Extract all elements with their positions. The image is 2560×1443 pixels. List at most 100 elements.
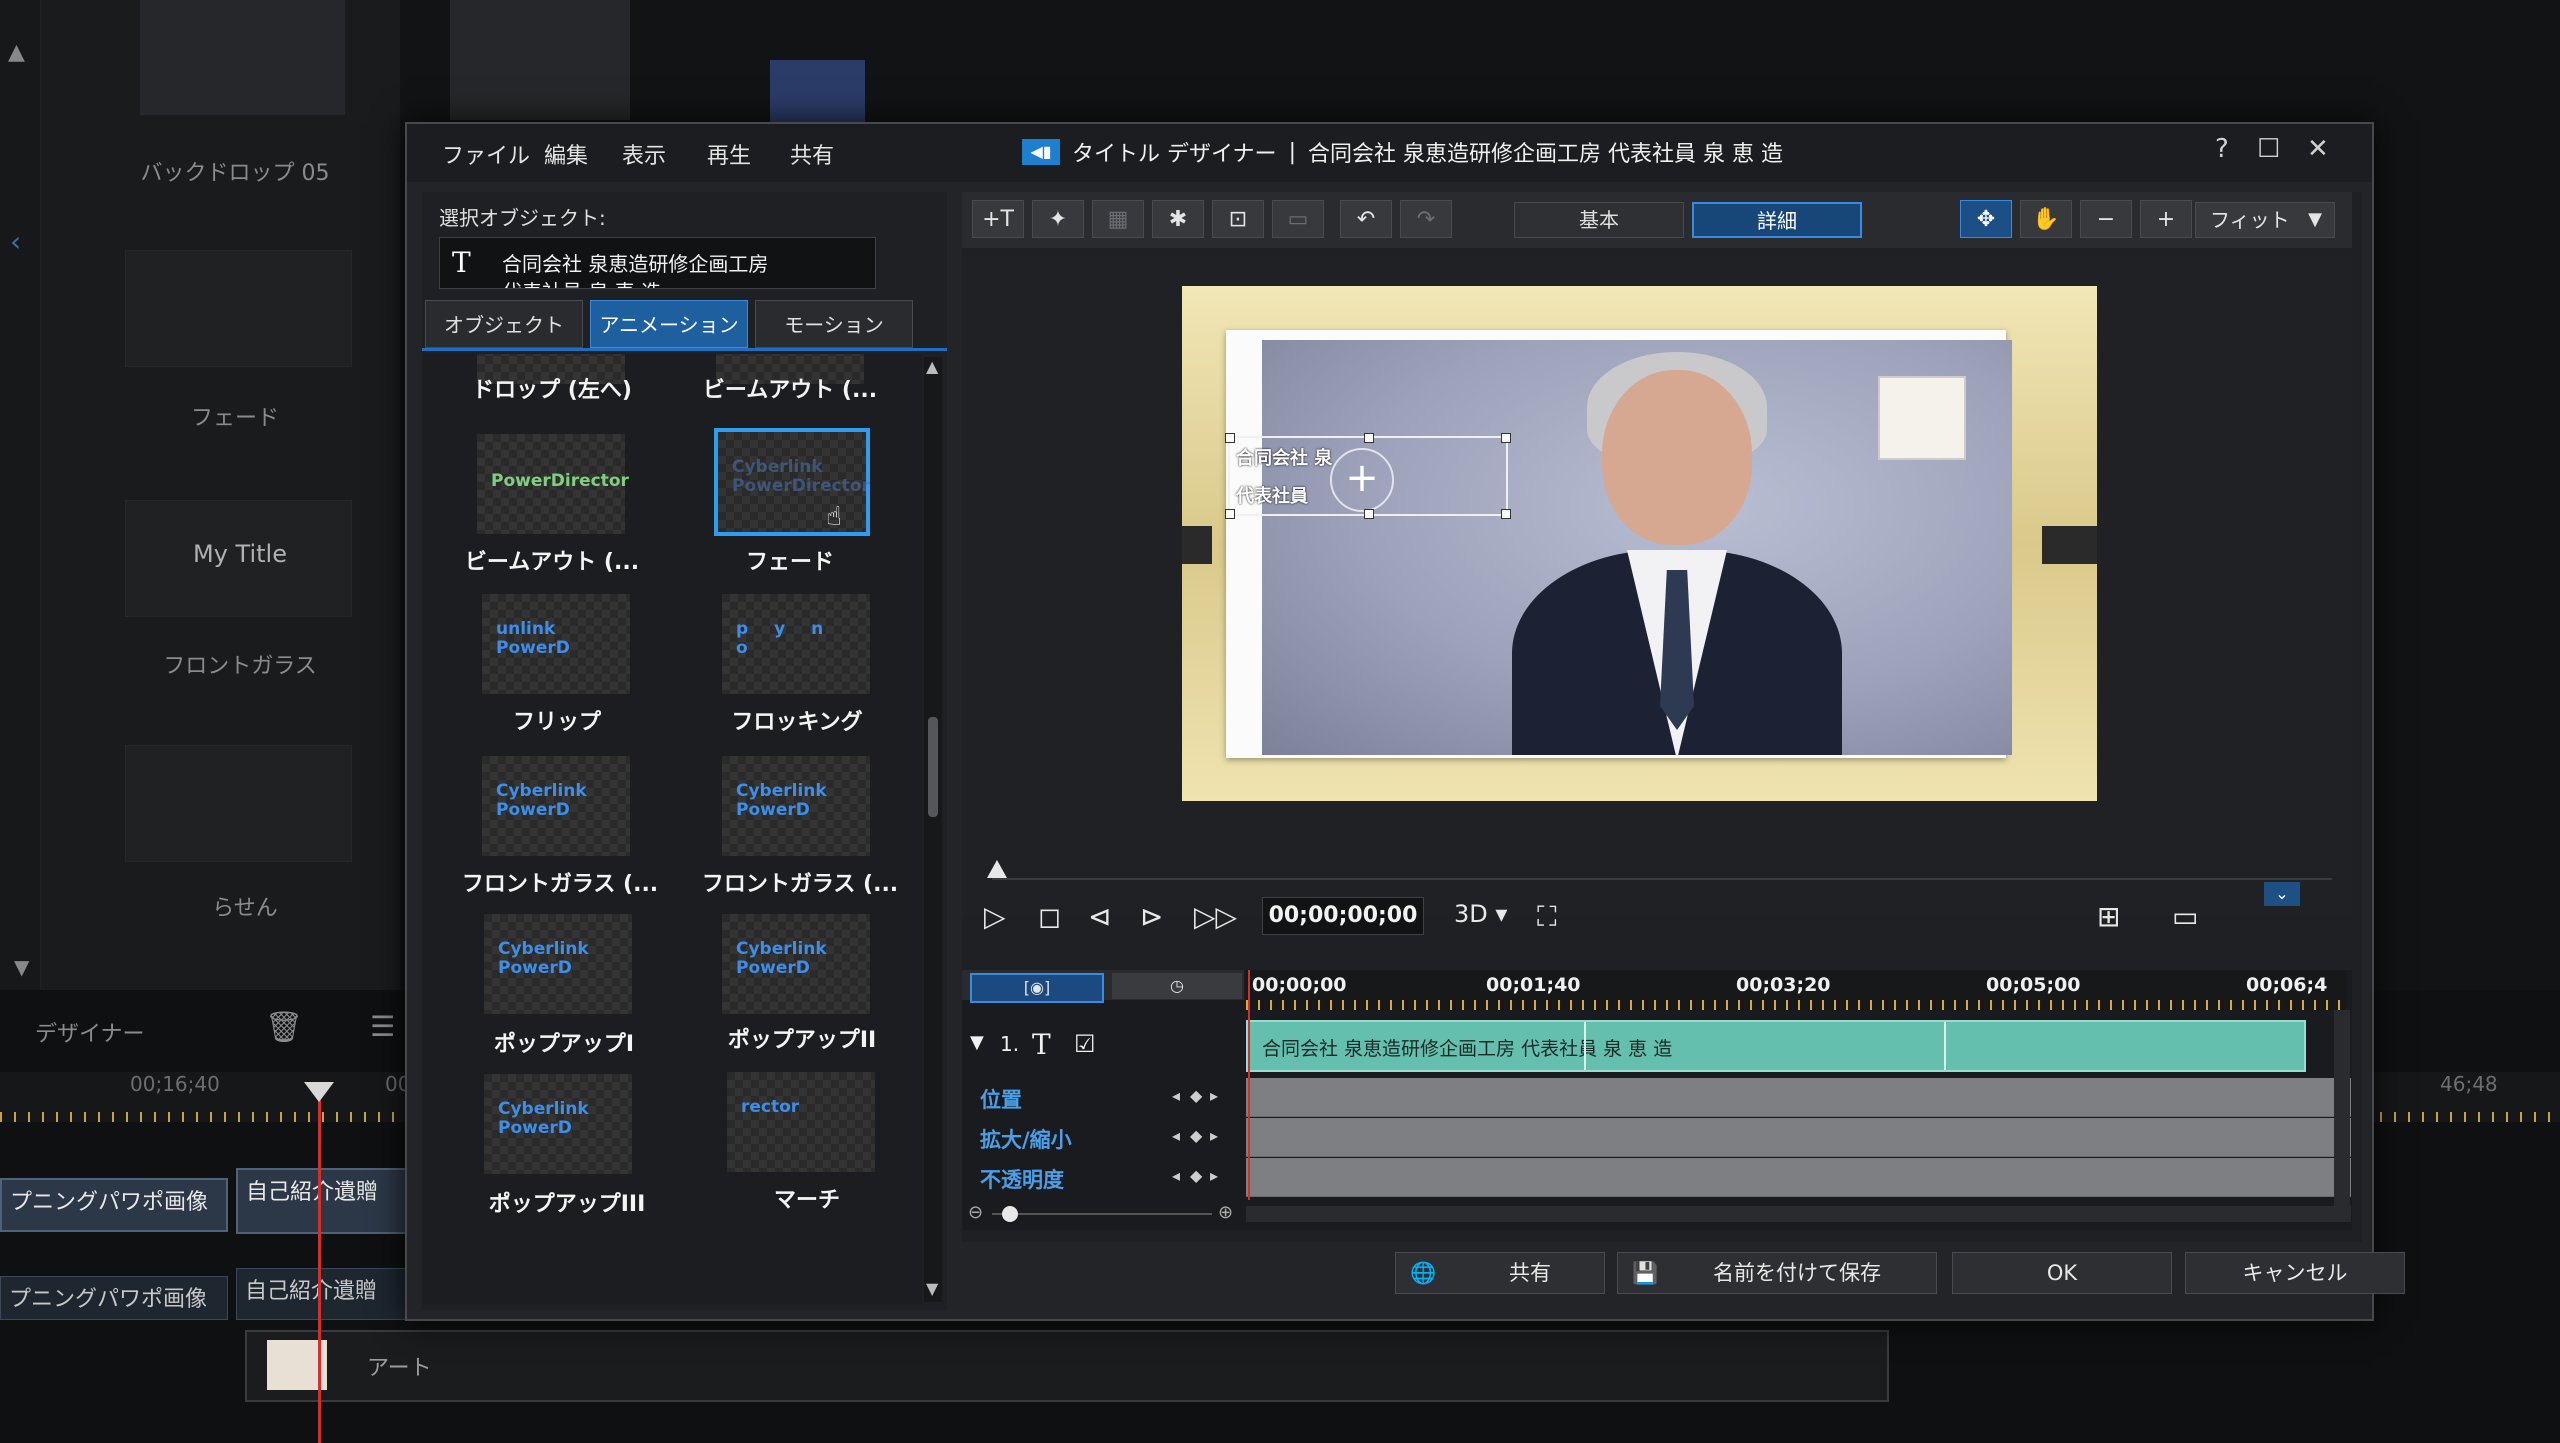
resize-handle[interactable] — [1364, 433, 1374, 443]
zoom-slider-track[interactable] — [992, 1213, 1212, 1215]
keyframe-add-icon[interactable]: ◆ — [1190, 1126, 1202, 1145]
menu-playback[interactable]: 再生 — [707, 138, 751, 170]
insert-frame-icon[interactable]: ⊡ — [1212, 200, 1264, 238]
effect-thumbnail[interactable]: PowerDirector — [477, 434, 629, 534]
hand-pan-icon[interactable]: ✋ — [2020, 200, 2072, 238]
move-handle-icon[interactable]: + — [1330, 448, 1394, 512]
preview-scrub-bar[interactable] — [992, 878, 2332, 880]
safe-zone-icon[interactable]: ▭ — [2172, 900, 2198, 933]
zoom-in-icon[interactable]: ⊕ — [1218, 1202, 1233, 1223]
resize-handle[interactable] — [1501, 509, 1511, 519]
audio-clip[interactable]: 自己紹介遺贈 — [236, 1268, 416, 1320]
scroll-up-icon[interactable]: ▲ — [8, 40, 25, 65]
close-icon[interactable]: ✕ — [2307, 134, 2329, 164]
stop-icon[interactable]: ◻ — [1038, 900, 1061, 933]
timeline-zoom-slider[interactable]: ⊖ ⊕ — [962, 1202, 1244, 1226]
zoom-out-icon[interactable]: ⊖ — [968, 1202, 983, 1223]
keyframe-add-icon[interactable]: ◆ — [1190, 1086, 1202, 1105]
tab-animation[interactable]: アニメーション — [590, 300, 748, 348]
effect-thumbnail[interactable]: unlink PowerD — [482, 594, 630, 694]
timeline-playhead[interactable] — [1248, 970, 1250, 1200]
previous-frame-icon[interactable]: ⊲ — [1088, 900, 1111, 933]
scroll-down-icon[interactable]: ▼ — [926, 1279, 938, 1298]
title-text-object[interactable]: 合同会社 泉 代表社員 + — [1225, 433, 1511, 519]
scroll-down-icon[interactable]: ▼ — [14, 955, 29, 979]
scrollbar-thumb[interactable] — [928, 717, 938, 817]
track-view-icon[interactable]: [◉] — [970, 973, 1104, 1003]
template-thumbnail[interactable] — [770, 60, 865, 130]
art-track-clip[interactable]: アート — [245, 1330, 1889, 1402]
resize-handle[interactable] — [1364, 509, 1374, 519]
clip-segment-marker[interactable] — [1944, 1022, 1946, 1070]
timeline-ruler[interactable]: 00;00;00 00;01;40 00;03;20 00;05;00 00;0… — [1246, 970, 2346, 1010]
resize-handle[interactable] — [1225, 509, 1235, 519]
resize-handle[interactable] — [1501, 433, 1511, 443]
effect-thumbnail[interactable]: Cyberlink PowerD — [484, 1074, 632, 1174]
zoom-in-icon[interactable]: + — [2140, 200, 2192, 238]
menu-edit[interactable]: 編集 — [544, 138, 588, 170]
property-track[interactable] — [1246, 1078, 2351, 1117]
video-clip[interactable]: プニングパワポ画像 — [0, 1178, 228, 1232]
clip-segment-marker[interactable] — [1584, 1022, 1586, 1070]
save-as-button[interactable]: 💾 名前を付けて保存 — [1617, 1252, 1937, 1294]
video-clip[interactable]: 自己紹介遺贈 — [236, 1168, 416, 1234]
fullscreen-icon[interactable]: ⛶ — [1537, 900, 1557, 934]
play-icon[interactable]: ▷ — [984, 900, 1006, 933]
insert-effect-icon[interactable]: ✱ — [1152, 200, 1204, 238]
effect-thumbnail[interactable]: Cyberlink PowerD — [482, 756, 630, 856]
tab-object[interactable]: オブジェクト — [425, 300, 583, 348]
keyframe-prev-icon[interactable]: ◂ — [1172, 1086, 1180, 1105]
scrub-handle[interactable] — [987, 860, 1007, 878]
effect-thumbnail[interactable]: p y n o — [722, 594, 870, 694]
collapse-arrow-icon[interactable]: ‹ — [10, 225, 21, 258]
keyframe-prev-icon[interactable]: ◂ — [1172, 1126, 1180, 1145]
next-frame-icon[interactable]: ⊳ — [1140, 900, 1163, 933]
insert-text-icon[interactable]: +T — [972, 200, 1024, 238]
zoom-slider-thumb[interactable] — [1002, 1206, 1018, 1222]
scroll-up-icon[interactable]: ▲ — [926, 357, 938, 376]
ok-button[interactable]: OK — [1952, 1252, 2172, 1294]
effect-thumbnail-selected[interactable]: Cyberlink PowerDirector ☝ — [714, 428, 870, 536]
keyframe-next-icon[interactable]: ▸ — [1210, 1166, 1218, 1185]
background-playhead-handle[interactable] — [304, 1082, 334, 1102]
trash-icon[interactable]: 🗑 — [265, 1010, 303, 1045]
undo-icon[interactable]: ↶ — [1340, 200, 1392, 238]
template-thumbnail[interactable] — [125, 745, 352, 862]
cancel-button[interactable]: キャンセル — [2185, 1252, 2405, 1294]
redo-icon[interactable]: ↷ — [1400, 200, 1452, 238]
visibility-checkbox[interactable]: ☑ — [1074, 1030, 1096, 1058]
fast-forward-icon[interactable]: ▷▷ — [1194, 900, 1237, 933]
insert-image-icon[interactable]: ▦ — [1092, 200, 1144, 238]
list-icon[interactable]: ☰ — [370, 1010, 395, 1043]
expand-triangle-icon[interactable]: ▼ — [970, 1032, 984, 1053]
maximize-icon[interactable]: ☐ — [2257, 134, 2280, 164]
effect-thumbnail[interactable]: Cyberlink PowerD — [722, 756, 870, 856]
keyframe-prev-icon[interactable]: ◂ — [1172, 1166, 1180, 1185]
zoom-fit-select[interactable]: フィット ▼ — [2195, 202, 2335, 238]
title-clip[interactable]: 合同会社 泉恵造研修企画工房 代表社員 泉 恵 造 — [1246, 1020, 2306, 1072]
insert-particle-icon[interactable]: ✦ — [1032, 200, 1084, 238]
replace-image-icon[interactable]: ▭ — [1272, 200, 1324, 238]
property-track[interactable] — [1246, 1118, 2351, 1157]
timeline-hscrollbar[interactable] — [1246, 1206, 2351, 1222]
property-track[interactable] — [1246, 1158, 2351, 1197]
resize-handle[interactable] — [1225, 433, 1235, 443]
audio-clip[interactable]: プニングパワポ画像 — [0, 1276, 228, 1320]
tab-motion[interactable]: モーション — [755, 300, 913, 348]
template-thumbnail[interactable] — [450, 0, 630, 120]
keyframe-next-icon[interactable]: ▸ — [1210, 1086, 1218, 1105]
menu-file[interactable]: ファイル — [442, 138, 530, 170]
help-icon[interactable]: ? — [2215, 134, 2229, 164]
timeline-vscrollbar[interactable] — [2334, 1010, 2350, 1206]
keyframe-next-icon[interactable]: ▸ — [1210, 1126, 1218, 1145]
menu-share[interactable]: 共有 — [790, 138, 834, 170]
mode-basic-button[interactable]: 基本 — [1514, 202, 1684, 238]
mode-detail-button[interactable]: 詳細 — [1692, 202, 1862, 238]
keyframe-add-icon[interactable]: ◆ — [1190, 1166, 1202, 1185]
select-move-icon[interactable]: ✥ — [1960, 200, 2012, 238]
preview-canvas[interactable]: 合同会社 泉 代表社員 + — [1182, 286, 2097, 801]
selected-object-field[interactable]: T 合同会社 泉恵造研修企画工房 代表社員 泉 恵 造 — [439, 237, 876, 289]
zoom-out-icon[interactable]: − — [2080, 200, 2132, 238]
template-thumbnail[interactable] — [140, 0, 345, 115]
effect-thumbnail[interactable]: Cyberlink PowerD — [722, 914, 870, 1014]
